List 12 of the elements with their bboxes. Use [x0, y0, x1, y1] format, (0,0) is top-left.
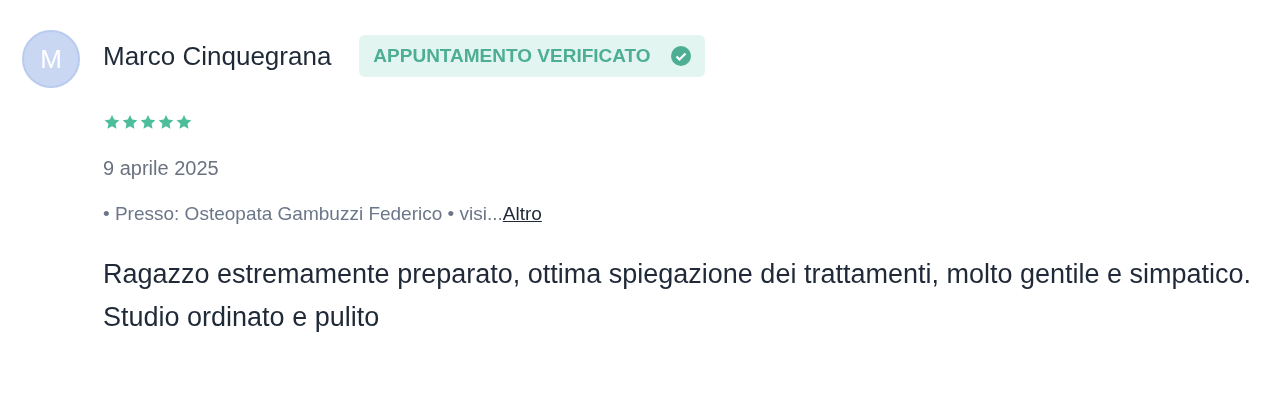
- author-name: Marco Cinquegrana: [103, 39, 332, 73]
- badge-label: APPUNTAMENTO VERIFICATO: [373, 43, 651, 68]
- review-date: 9 aprile 2025: [103, 156, 220, 181]
- review-meta: • Presso: Osteopata Gambuzzi Federico • visi...: [103, 202, 503, 226]
- more-link[interactable]: Altro: [502, 200, 542, 229]
- star-icon: [139, 113, 157, 131]
- star-icon: [103, 113, 121, 131]
- star-icon: [157, 113, 175, 131]
- star-icon: [175, 113, 193, 131]
- review-text: Ragazzo estremamente preparato, ottima spiegazione dei trattamenti, molto gentile e simpatico.: [103, 257, 1252, 291]
- review-text: Studio ordinato e pulito: [103, 300, 381, 334]
- star-icon: [121, 113, 139, 131]
